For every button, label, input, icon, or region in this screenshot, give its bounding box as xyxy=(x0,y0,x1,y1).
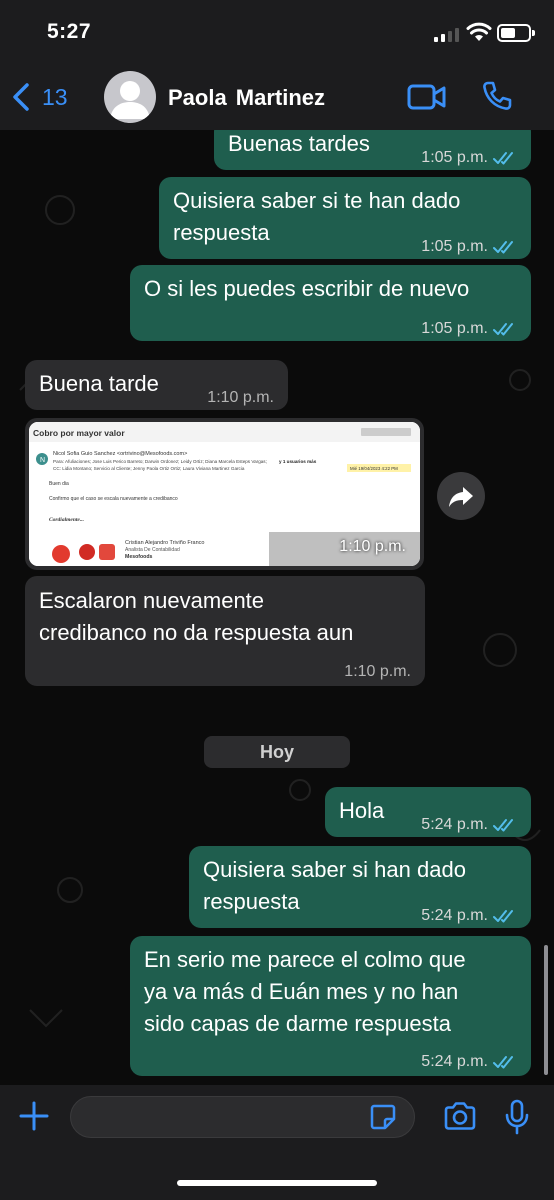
message-meta: 1:05 p.m. xyxy=(421,231,517,263)
contact-avatar[interactable] xyxy=(104,71,156,123)
battery-cap xyxy=(532,30,535,36)
message-text: Buena tarde xyxy=(39,371,159,396)
message-bubble-outgoing[interactable]: Quisiera saber si han dado respuesta 5:2… xyxy=(189,846,531,928)
email-sig-role: Analista De Contabilidad xyxy=(125,547,180,553)
message-text: Quisiera saber si han dado xyxy=(203,857,466,882)
double-check-icon xyxy=(493,819,513,832)
plus-icon[interactable] xyxy=(18,1100,50,1132)
email-body: Confirmo que el caso se escala nuevament… xyxy=(49,496,178,502)
message-text: ya va más d Euán mes y no han xyxy=(144,979,459,1004)
sticker-icon[interactable] xyxy=(369,1103,397,1131)
message-bubble-outgoing[interactable]: O si les puedes escribir de nuevo 1:05 p… xyxy=(130,265,531,341)
chevron-left-icon xyxy=(13,83,29,111)
message-time: 1:10 p.m. xyxy=(344,663,411,680)
message-bubble-outgoing[interactable]: Hola 5:24 p.m. xyxy=(325,787,531,837)
unread-count: 13 xyxy=(42,83,68,110)
message-bubble-outgoing[interactable]: Quisiera saber si te han dado respuesta … xyxy=(159,177,531,259)
message-time: 5:24 p.m. xyxy=(421,907,488,924)
double-check-icon xyxy=(493,323,513,336)
forward-button[interactable] xyxy=(437,472,485,520)
email-closing: Cordialmente... xyxy=(49,517,84,523)
message-text: respuesta xyxy=(203,889,300,914)
message-bubble-incoming[interactable]: Buena tarde 1:10 p.m. xyxy=(25,360,288,410)
message-meta: 5:24 p.m. xyxy=(421,1046,517,1078)
email-sender: Nicol Sofia Guio Sanchez <ortrivino@Meso… xyxy=(53,451,187,457)
battery-icon xyxy=(497,24,531,42)
message-time: 1:05 p.m. xyxy=(421,149,488,166)
message-time: 5:24 p.m. xyxy=(421,1053,488,1070)
message-text: sido capas de darme respuesta xyxy=(144,1011,451,1036)
home-indicator[interactable] xyxy=(177,1180,377,1186)
double-check-icon xyxy=(493,152,513,165)
message-meta: 5:24 p.m. xyxy=(421,900,517,932)
email-cc-line: CC: Lidia Montano; Servicio al Cliente; … xyxy=(53,466,245,471)
day-separator: Hoy xyxy=(204,736,350,768)
message-input[interactable] xyxy=(70,1096,415,1138)
message-text: En serio me parece el colmo que xyxy=(144,947,466,972)
message-text: credibanco no da respuesta aun xyxy=(39,620,354,645)
camera-icon[interactable] xyxy=(443,1101,477,1131)
email-subject: Cobro por mayor valor xyxy=(33,428,125,438)
email-screenshot-image[interactable]: Cobro por mayor valor N Nicol Sofia Guio… xyxy=(29,422,420,566)
message-time: 1:10 p.m. xyxy=(339,538,406,555)
email-to-more: y 1 usuarios más xyxy=(279,459,317,464)
avatar-placeholder-icon xyxy=(110,81,150,119)
status-bar: 5:27 xyxy=(0,0,554,66)
email-date: Mié 19/04/2023 4:22 PM xyxy=(350,466,398,471)
message-meta: 1:10 p.m. xyxy=(207,382,274,414)
message-time: 1:10 p.m. xyxy=(207,389,274,406)
email-greeting: Buen dia xyxy=(49,481,69,487)
message-meta: 1:10 p.m. xyxy=(344,656,411,688)
email-to-line: Para: Afuliaciones; Jose Luis Perico Bar… xyxy=(53,459,267,464)
chat-header: 13 Paola Martinez xyxy=(0,66,554,130)
message-time: 5:24 p.m. xyxy=(421,816,488,833)
double-check-icon xyxy=(493,1056,513,1069)
status-time: 5:27 xyxy=(47,20,92,43)
message-bubble-outgoing[interactable]: En serio me parece el colmo que ya va má… xyxy=(130,936,531,1076)
message-text: Hola xyxy=(339,798,385,823)
message-meta: 5:24 p.m. xyxy=(421,809,517,841)
message-text: O si les puedes escribir de nuevo xyxy=(144,276,470,301)
message-time: 1:05 p.m. xyxy=(421,320,488,337)
message-text: respuesta xyxy=(173,220,270,245)
message-text: Quisiera saber si te han dado xyxy=(173,188,461,213)
message-bubble-outgoing[interactable]: Buenas tardes 1:05 p.m. xyxy=(214,130,531,170)
phone-icon[interactable] xyxy=(481,80,513,112)
composer-bar xyxy=(0,1085,554,1200)
message-bubble-incoming[interactable]: Escalaron nuevamente credibanco no da re… xyxy=(25,576,425,686)
contact-name[interactable]: Paola Martinez xyxy=(168,85,325,111)
wifi-icon xyxy=(466,22,492,41)
message-time: 1:05 p.m. xyxy=(421,238,488,255)
mic-icon[interactable] xyxy=(505,1099,529,1135)
double-check-icon xyxy=(493,241,513,254)
message-text: Escalaron nuevamente xyxy=(39,588,265,613)
message-text: Buenas tardes xyxy=(228,131,370,156)
signal-icon xyxy=(434,26,460,42)
scrollbar[interactable] xyxy=(544,945,548,1075)
message-meta: 1:05 p.m. xyxy=(421,313,517,345)
email-avatar-letter: N xyxy=(40,457,45,464)
chat-area[interactable]: Buenas tardes 1:05 p.m. Quisiera saber s… xyxy=(0,130,554,1085)
image-message[interactable]: Cobro por mayor valor N Nicol Sofia Guio… xyxy=(25,418,424,570)
forward-icon xyxy=(449,487,473,507)
email-sig-name: Cristian Alejandro Triviño Franco xyxy=(125,540,204,546)
back-button[interactable]: 13 xyxy=(10,79,68,115)
email-sig-company: Mesofoods xyxy=(125,554,152,560)
message-meta: 1:05 p.m. xyxy=(421,142,517,174)
video-call-icon[interactable] xyxy=(407,83,447,111)
double-check-icon xyxy=(493,910,513,923)
